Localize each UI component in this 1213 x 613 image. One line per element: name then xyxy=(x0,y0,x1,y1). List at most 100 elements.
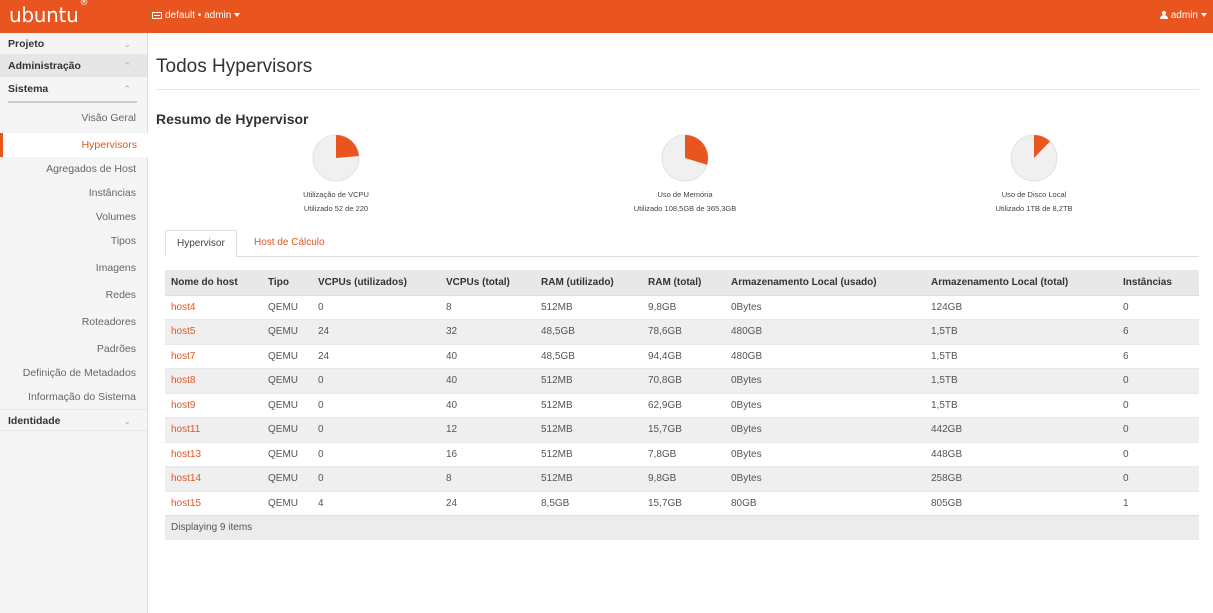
table-row: host15 QEMU 4 24 8,5GB 15,7GB 80GB 805GB… xyxy=(165,490,1199,516)
memory-usage-pie: Uso de Memória Utilizado 108,5GB de 365,… xyxy=(565,133,805,213)
cell-ram-used: 512MB xyxy=(535,368,642,393)
project-selector[interactable]: default • admin xyxy=(152,10,241,21)
memory-pie-chart xyxy=(661,134,709,182)
items-count: Displaying 9 items xyxy=(165,515,1199,540)
cell-vcpus-total: 32 xyxy=(440,319,535,344)
sidebar-item-visao-geral[interactable]: Visão Geral xyxy=(0,103,147,133)
cell-vcpus-total: 12 xyxy=(440,417,535,442)
cell-ram-total: 7,8GB xyxy=(642,441,725,467)
sidebar-item-instancias[interactable]: Instâncias xyxy=(0,181,147,205)
project-icon xyxy=(152,12,162,19)
cell-tipo: QEMU xyxy=(262,368,312,393)
cell-disk-total: 805GB xyxy=(925,490,1117,516)
top-navbar: ubuntu® default • admin admin xyxy=(0,0,1213,33)
cell-tipo: QEMU xyxy=(262,466,312,491)
vcpu-pie-detail: Utilizado 52 de 220 xyxy=(303,204,369,213)
col-nome-do-host[interactable]: Nome do host xyxy=(165,270,262,296)
cell-disk-total: 448GB xyxy=(925,441,1117,467)
host-link[interactable]: host5 xyxy=(165,319,262,344)
host-link[interactable]: host13 xyxy=(165,441,262,467)
tab-bar: Hypervisor Host de Cálculo xyxy=(165,230,1199,257)
cell-disk-used: 0Bytes xyxy=(725,294,925,320)
col-vcpus-total[interactable]: VCPUs (total) xyxy=(440,270,535,296)
cell-vcpus-total: 40 xyxy=(440,368,535,393)
disk-pie-label: Uso de Disco Local xyxy=(1001,190,1067,199)
sidebar-item-redes[interactable]: Redes xyxy=(0,283,147,307)
sidebar-item-imagens[interactable]: Imagens xyxy=(0,253,147,283)
host-link[interactable]: host7 xyxy=(165,343,262,369)
cell-disk-total: 1,5TB xyxy=(925,392,1117,418)
cell-vcpus-used: 0 xyxy=(312,368,440,393)
host-link[interactable]: host8 xyxy=(165,368,262,393)
cell-tipo: QEMU xyxy=(262,343,312,369)
hypervisors-table: Nome do host Tipo VCPUs (utilizados) VCP… xyxy=(165,270,1199,540)
host-link[interactable]: host14 xyxy=(165,466,262,491)
cell-ram-used: 8,5GB xyxy=(535,490,642,516)
sidebar-item-definicao-de-metadados[interactable]: Definição de Metadados xyxy=(0,361,147,385)
chevron-up-icon: ⌃ xyxy=(123,61,131,71)
cell-ram-used: 48,5GB xyxy=(535,319,642,344)
col-ram-total[interactable]: RAM (total) xyxy=(642,270,725,296)
host-link[interactable]: host11 xyxy=(165,417,262,442)
cell-instances: 6 xyxy=(1117,343,1199,369)
cell-tipo: QEMU xyxy=(262,490,312,516)
sidebar-item-tipos[interactable]: Tipos xyxy=(0,229,147,253)
cell-ram-total: 15,7GB xyxy=(642,490,725,516)
sidebar: Projeto ⌄ Administração ⌃ Sistema ⌃ Visão G… xyxy=(0,33,148,613)
cell-ram-total: 94,4GB xyxy=(642,343,725,369)
tab-host-de-calculo[interactable]: Host de Cálculo xyxy=(243,230,336,257)
host-link[interactable]: host15 xyxy=(165,490,262,516)
sidebar-item-roteadores[interactable]: Roteadores xyxy=(0,307,147,337)
cell-disk-total: 1,5TB xyxy=(925,343,1117,369)
nav-sistema[interactable]: Sistema ⌃ xyxy=(0,77,147,101)
user-icon xyxy=(1159,11,1168,19)
col-vcpus-utilizados[interactable]: VCPUs (utilizados) xyxy=(312,270,440,296)
cell-vcpus-used: 24 xyxy=(312,319,440,344)
cell-ram-used: 512MB xyxy=(535,392,642,418)
cell-tipo: QEMU xyxy=(262,441,312,467)
nav-identidade[interactable]: Identidade ⌄ xyxy=(0,409,147,431)
col-tipo[interactable]: Tipo xyxy=(262,270,312,296)
cell-disk-used: 480GB xyxy=(725,343,925,369)
cell-vcpus-used: 0 xyxy=(312,417,440,442)
cell-vcpus-total: 40 xyxy=(440,343,535,369)
cell-disk-total: 258GB xyxy=(925,466,1117,491)
tab-hypervisor[interactable]: Hypervisor xyxy=(165,230,237,257)
col-instancias[interactable]: Instâncias xyxy=(1117,270,1199,296)
host-link[interactable]: host9 xyxy=(165,392,262,418)
chevron-down-icon: ⌄ xyxy=(123,39,131,49)
sidebar-item-volumes[interactable]: Volumes xyxy=(0,205,147,229)
cell-disk-used: 0Bytes xyxy=(725,368,925,393)
nav-projeto[interactable]: Projeto ⌄ xyxy=(0,33,147,55)
cell-tipo: QEMU xyxy=(262,392,312,418)
nav-administracao[interactable]: Administração ⌃ xyxy=(0,55,147,77)
cell-instances: 1 xyxy=(1117,490,1199,516)
title-divider xyxy=(156,89,1199,90)
table-row: host7 QEMU 24 40 48,5GB 94,4GB 480GB 1,5… xyxy=(165,343,1199,369)
cell-disk-used: 0Bytes xyxy=(725,441,925,467)
cell-ram-total: 9,8GB xyxy=(642,466,725,491)
table-row: host4 QEMU 0 8 512MB 9,8GB 0Bytes 124GB … xyxy=(165,294,1199,320)
col-ram-utilizado[interactable]: RAM (utilizado) xyxy=(535,270,642,296)
col-armazenamento-total[interactable]: Armazenamento Local (total) xyxy=(925,270,1117,296)
cell-tipo: QEMU xyxy=(262,319,312,344)
ubuntu-logo[interactable]: ubuntu® xyxy=(9,0,88,27)
sidebar-item-agregados-de-host[interactable]: Agregados de Host xyxy=(0,157,147,181)
user-menu[interactable]: admin xyxy=(1159,10,1207,21)
cell-ram-total: 15,7GB xyxy=(642,417,725,442)
cell-vcpus-used: 0 xyxy=(312,441,440,467)
chevron-down-icon: ⌄ xyxy=(123,416,131,426)
cell-tipo: QEMU xyxy=(262,294,312,320)
cell-vcpus-total: 8 xyxy=(440,294,535,320)
host-link[interactable]: host4 xyxy=(165,294,262,320)
sidebar-item-padroes[interactable]: Padrões xyxy=(0,337,147,361)
vcpu-usage-pie: Utilização de VCPU Utilizado 52 de 220 xyxy=(216,133,456,213)
cell-instances: 0 xyxy=(1117,417,1199,442)
col-armazenamento-usado[interactable]: Armazenamento Local (usado) xyxy=(725,270,925,296)
cell-disk-total: 1,5TB xyxy=(925,368,1117,393)
vcpu-pie-label: Utilização de VCPU xyxy=(303,190,369,199)
cell-ram-total: 78,6GB xyxy=(642,319,725,344)
sidebar-item-informacao-do-sistema[interactable]: Informação do Sistema xyxy=(0,385,147,409)
cell-disk-used: 0Bytes xyxy=(725,392,925,418)
sidebar-item-hypervisors[interactable]: Hypervisors xyxy=(0,133,148,157)
